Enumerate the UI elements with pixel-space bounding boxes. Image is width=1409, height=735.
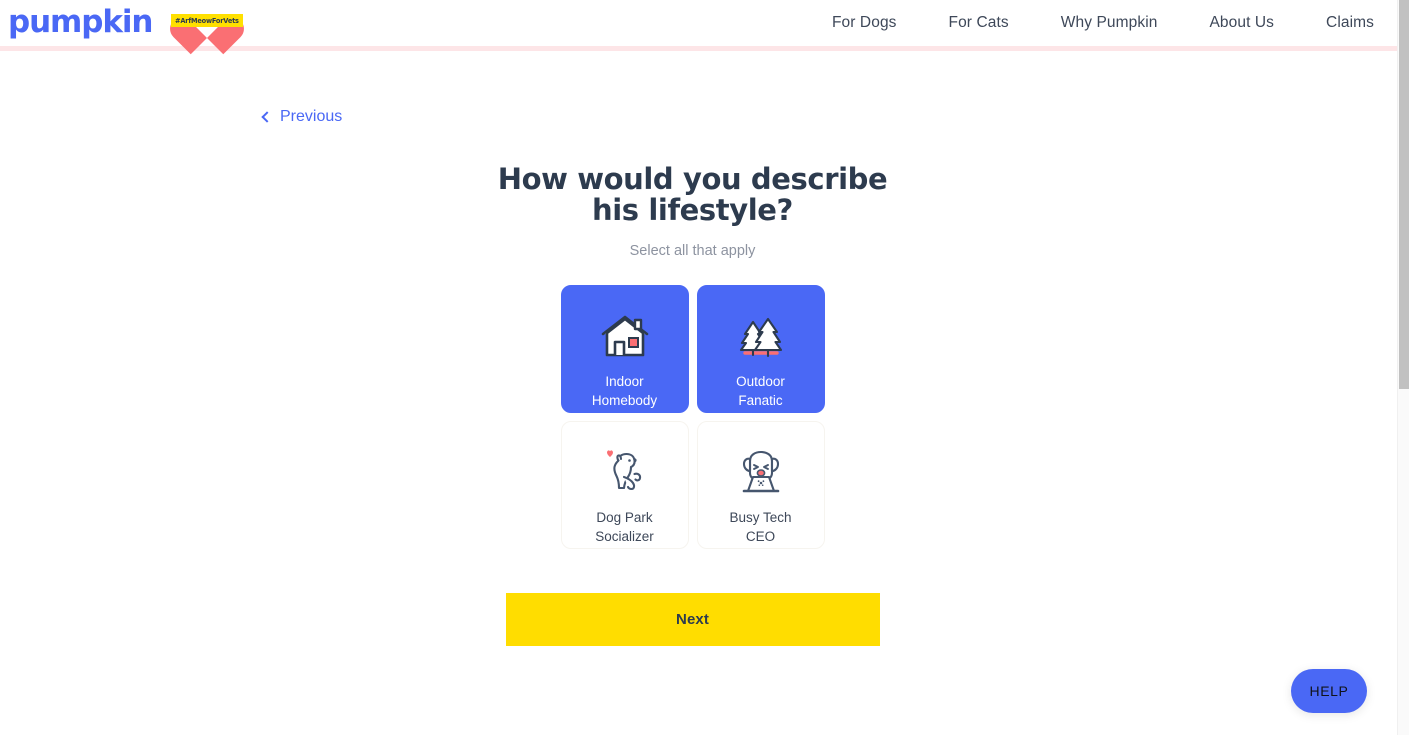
option-label-busy-tech-ceo: Busy Tech CEO (729, 510, 792, 544)
option-label-outdoor-fanatic: Outdoor Fanatic (736, 374, 785, 408)
brand-wordmark: pumpkin (8, 3, 153, 40)
option-card-indoor-homebody[interactable]: Indoor Homebody (560, 285, 689, 414)
help-button-label: HELP (1309, 683, 1349, 699)
option-card-busy-tech-ceo[interactable]: Busy Tech CEO (696, 421, 825, 550)
help-button[interactable]: HELP (1291, 669, 1367, 713)
next-button[interactable]: Next (505, 593, 880, 647)
lifestyle-options-grid: Indoor Homebody Outdoor Fanatic Dog Park… (560, 285, 825, 550)
sitting-dog-heart-icon (596, 444, 654, 500)
page-title: How would you describe his lifestyle? (497, 162, 888, 228)
page-scrollbar[interactable] (1397, 0, 1409, 735)
nav-item-why-pumpkin[interactable]: Why Pumpkin (1035, 14, 1184, 32)
nav-item-for-dogs[interactable]: For Dogs (806, 14, 923, 32)
badge-ribbon-label: #ArfMeowForVets (175, 16, 240, 25)
badge-ribbon: #ArfMeowForVets (171, 14, 244, 27)
nav-item-about-us[interactable]: About Us (1183, 14, 1300, 32)
brand-logo[interactable]: pumpkin #ArfMeowForVets (8, 0, 244, 46)
site-header: pumpkin #ArfMeowForVets For Dogs For Cat… (0, 0, 1397, 51)
nav-item-claims[interactable]: Claims (1300, 14, 1374, 32)
pine-trees-icon (732, 308, 790, 364)
arf-meow-for-vets-badge[interactable]: #ArfMeowForVets (171, 1, 244, 45)
main-content: Previous How would you describe his life… (0, 56, 1397, 735)
page-subtitle: Select all that apply (629, 243, 756, 260)
option-card-outdoor-fanatic[interactable]: Outdoor Fanatic (696, 285, 825, 414)
page-scrollbar-thumb[interactable] (1399, 0, 1409, 389)
dog-laptop-icon (732, 444, 790, 500)
nav-item-for-cats[interactable]: For Cats (923, 14, 1035, 32)
option-card-dog-park-socializer[interactable]: Dog Park Socializer (560, 421, 689, 550)
question-panel: How would you describe his lifestyle? Se… (0, 56, 1385, 647)
option-label-indoor-homebody: Indoor Homebody (591, 374, 658, 408)
option-label-dog-park-socializer: Dog Park Socializer (595, 510, 654, 544)
page-root: pumpkin #ArfMeowForVets For Dogs For Cat… (0, 0, 1409, 735)
house-icon (596, 308, 654, 364)
main-navigation: For Dogs For Cats Why Pumpkin About Us C… (806, 14, 1374, 32)
